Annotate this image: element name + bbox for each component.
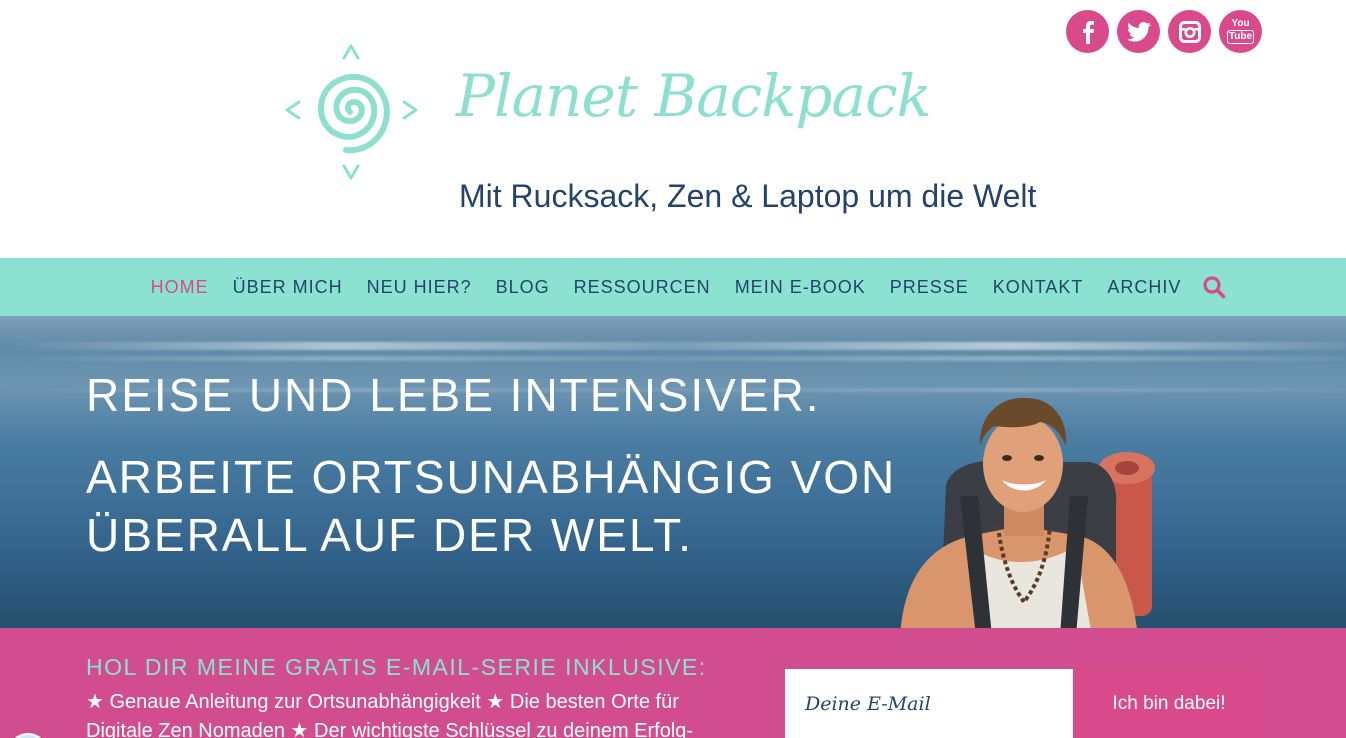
hero-subheadline-line: ARBEITE ORTSUNABHÄNGIG VON bbox=[86, 451, 897, 503]
nav-item-blog[interactable]: BLOG bbox=[484, 277, 562, 298]
main-navigation: HOME ÜBER MICH NEU HIER? BLOG RESSOURCEN… bbox=[0, 258, 1346, 316]
youtube-button[interactable]: You Tube bbox=[1219, 10, 1262, 53]
nav-item-mein-e-book[interactable]: MEIN E-BOOK bbox=[723, 277, 878, 298]
twitter-icon bbox=[1126, 21, 1151, 42]
newsletter-signup: HOL DIR MEINE GRATIS E-MAIL-SERIE INKLUS… bbox=[0, 628, 1346, 738]
instagram-icon bbox=[1178, 20, 1201, 43]
nav-list: HOME ÜBER MICH NEU HIER? BLOG RESSOURCEN… bbox=[139, 274, 1228, 300]
hero-wave bbox=[0, 342, 1346, 350]
nav-item-presse[interactable]: PRESSE bbox=[878, 277, 981, 298]
hero-wave bbox=[0, 356, 1346, 361]
nav-item-home[interactable]: HOME bbox=[139, 277, 221, 298]
facebook-icon bbox=[1082, 20, 1094, 44]
hero-banner: REISE UND LEBE INTENSIVER. ARBEITE ORTSU… bbox=[0, 316, 1346, 628]
search-icon bbox=[1203, 276, 1226, 299]
site-title[interactable]: Planet Backpack bbox=[456, 62, 932, 130]
hero-person-image bbox=[900, 397, 1155, 628]
spiral-compass-icon bbox=[285, 44, 418, 180]
facebook-button[interactable] bbox=[1066, 10, 1109, 53]
signup-benefits-text: ★ Genaue Anleitung zur Ortsunabhängigkei… bbox=[86, 691, 694, 738]
nav-search-button[interactable] bbox=[1201, 274, 1227, 300]
nav-item-kontakt[interactable]: KONTAKT bbox=[981, 277, 1096, 298]
signup-submit-button[interactable]: Ich bin dabei! bbox=[1073, 669, 1265, 738]
nav-item-archiv[interactable]: ARCHIV bbox=[1095, 277, 1193, 298]
hero-headline: REISE UND LEBE INTENSIVER. bbox=[86, 369, 821, 421]
nav-item-neu-hier[interactable]: NEU HIER? bbox=[355, 277, 484, 298]
nav-item-ressourcen[interactable]: RESSOURCEN bbox=[562, 277, 723, 298]
signup-heading: HOL DIR MEINE GRATIS E-MAIL-SERIE INKLUS… bbox=[86, 654, 707, 680]
hero-subheadline: ARBEITE ORTSUNABHÄNGIG VON ÜBERALL AUF D… bbox=[86, 448, 896, 564]
site-tagline: Mit Rucksack, Zen & Laptop um die Welt bbox=[459, 178, 1037, 214]
hero-subheadline-line: ÜBERALL AUF DER WELT. bbox=[86, 509, 693, 561]
social-links: You Tube bbox=[1066, 10, 1262, 53]
youtube-icon: You Tube bbox=[1226, 18, 1255, 44]
nav-item-ueber-mich[interactable]: ÜBER MICH bbox=[221, 277, 355, 298]
instagram-button[interactable] bbox=[1168, 10, 1211, 53]
twitter-button[interactable] bbox=[1117, 10, 1160, 53]
email-input[interactable] bbox=[785, 669, 1073, 738]
site-header: You Tube Planet Backpack Mit Rucksack, Z… bbox=[0, 0, 1346, 258]
